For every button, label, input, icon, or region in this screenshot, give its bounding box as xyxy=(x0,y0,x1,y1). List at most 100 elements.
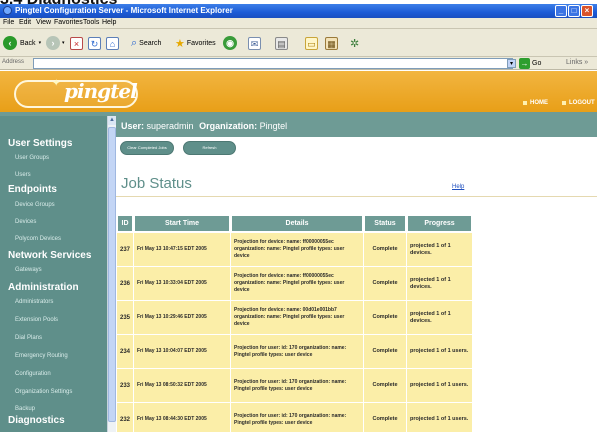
chevron-down-icon[interactable]: ▾ xyxy=(507,59,516,68)
job-progress: projected 1 of 1 devices. xyxy=(407,301,472,334)
menu-favorites[interactable]: Favorites xyxy=(54,19,83,26)
org-label: Organization: xyxy=(199,121,258,131)
sidebar-item-device-groups[interactable]: Device Groups xyxy=(15,202,55,208)
messenger-button[interactable]: ✲ xyxy=(350,35,359,51)
sidebar-item-user-groups[interactable]: User Groups xyxy=(15,155,49,161)
nav-home[interactable]: HOME xyxy=(523,100,548,106)
job-progress: projected 1 of 1 users. xyxy=(407,335,472,368)
sidebar-item-administrators[interactable]: Administrators xyxy=(15,299,53,305)
menu-edit[interactable]: Edit xyxy=(19,19,31,26)
help-link[interactable]: Help xyxy=(452,184,464,190)
job-id: 237 xyxy=(117,233,133,266)
job-details: Projection for user: id: 170 organizatio… xyxy=(231,403,363,432)
table-row: 232 Fri May 13 08:44:30 EDT 2005 Project… xyxy=(117,403,472,432)
print-button[interactable]: ▤ xyxy=(275,35,288,51)
nav-home-label: HOME xyxy=(530,100,548,106)
favorites-button[interactable]: ★ Favorites xyxy=(175,35,216,51)
sidebar-item-devices[interactable]: Devices xyxy=(15,219,36,225)
back-button[interactable]: ‹ Back ▾ xyxy=(3,35,41,51)
job-progress: projected 1 of 1 devices. xyxy=(407,233,472,266)
forward-arrow-icon: › xyxy=(46,36,60,50)
job-id: 232 xyxy=(117,403,133,432)
sidebar-scrollbar[interactable]: ▲ xyxy=(107,116,116,432)
job-details: Projection for device: name: 00d01e001bb… xyxy=(231,301,363,334)
refresh-browser-button[interactable]: ↻ xyxy=(88,35,101,51)
job-details: Projection for device: name: ff00000055e… xyxy=(231,233,363,266)
mail-button[interactable]: ✉ xyxy=(248,35,261,51)
print-icon: ▤ xyxy=(275,36,288,50)
scroll-up-icon[interactable]: ▲ xyxy=(108,116,116,125)
address-input[interactable] xyxy=(33,58,513,69)
refresh-icon: ↻ xyxy=(88,36,101,50)
sidebar-item-gateways[interactable]: Gateways xyxy=(15,267,42,273)
job-progress: projected 1 of 1 devices. xyxy=(407,267,472,300)
address-bar: Address ▾ → Go Links » xyxy=(0,57,597,70)
address-label: Address xyxy=(2,59,25,65)
forward-button[interactable]: › ▾ xyxy=(46,35,65,51)
job-start-time: Fri May 13 10:29:46 EDT 2005 xyxy=(134,301,230,334)
search-icon: ⌕ xyxy=(131,36,138,49)
sidebar-item-configuration[interactable]: Configuration xyxy=(15,371,51,377)
home-icon: ⌂ xyxy=(106,36,119,50)
job-details: Projection for user: id: 170 organizatio… xyxy=(231,369,363,402)
job-status: Complete xyxy=(364,301,406,334)
col-header-id: ID xyxy=(117,215,133,232)
nav-logout[interactable]: LOGOUT xyxy=(562,100,595,106)
menu-bar: File Edit View Favorites Tools Help xyxy=(0,18,597,29)
col-header-status: Status xyxy=(364,215,406,232)
discuss-icon: ▦ xyxy=(325,36,338,50)
divider xyxy=(116,196,597,197)
sidebar-item-polycom-devices[interactable]: Polycom Devices xyxy=(15,236,61,242)
sidebar: User Settings User Groups Users Endpoint… xyxy=(0,116,107,432)
job-id: 235 xyxy=(117,301,133,334)
home-browser-button[interactable]: ⌂ xyxy=(106,35,119,51)
chevron-down-icon: ▾ xyxy=(38,40,42,46)
job-start-time: Fri May 13 10:33:04 EDT 2005 xyxy=(134,267,230,300)
job-start-time: Fri May 13 10:04:07 EDT 2005 xyxy=(134,335,230,368)
search-label: Search xyxy=(139,39,162,47)
browser-toolbar: ‹ Back ▾ › ▾ × ↻ ⌂ ⌕ Search ★ Favorites … xyxy=(0,29,597,57)
table-row: 233 Fri May 13 08:50:32 EDT 2005 Project… xyxy=(117,369,472,402)
job-status: Complete xyxy=(364,403,406,432)
media-button[interactable]: ◉ xyxy=(223,35,237,51)
job-progress: projected 1 of 1 users. xyxy=(407,403,472,432)
sidebar-item-extension-pools[interactable]: Extension Pools xyxy=(15,317,58,323)
search-button[interactable]: ⌕ Search xyxy=(131,35,161,51)
user-name: superadmin xyxy=(146,121,194,131)
maximize-button[interactable]: □ xyxy=(568,5,580,17)
menu-tools[interactable]: Tools xyxy=(83,19,99,26)
col-header-progress: Progress xyxy=(407,215,472,232)
clear-completed-jobs-button[interactable]: Clear Completed Jobs xyxy=(120,141,174,155)
sidebar-section-user-settings: User Settings xyxy=(8,138,73,149)
job-status: Complete xyxy=(364,233,406,266)
links-button[interactable]: Links » xyxy=(566,59,588,66)
minimize-button[interactable]: _ xyxy=(555,5,567,17)
table-row: 234 Fri May 13 10:04:07 EDT 2005 Project… xyxy=(117,335,472,368)
user-label: User: xyxy=(121,121,145,131)
menu-view[interactable]: View xyxy=(36,19,51,26)
stop-button[interactable]: × xyxy=(70,35,83,51)
job-status-table: ID Start Time Details Status Progress 23… xyxy=(116,214,473,432)
edit-button[interactable]: ▭ xyxy=(305,35,318,51)
menu-help[interactable]: Help xyxy=(102,19,116,26)
job-start-time: Fri May 13 08:44:30 EDT 2005 xyxy=(134,403,230,432)
menu-file[interactable]: File xyxy=(3,19,14,26)
close-button[interactable]: × xyxy=(581,5,593,17)
go-button[interactable]: → Go xyxy=(519,58,541,69)
table-header-row: ID Start Time Details Status Progress xyxy=(117,215,472,232)
col-header-start-time: Start Time xyxy=(134,215,230,232)
user-info: User: superadmin Organization: Pingtel xyxy=(121,121,287,131)
sidebar-item-dial-plans[interactable]: Dial Plans xyxy=(15,335,42,341)
job-details: Projection for user: id: 170 organizatio… xyxy=(231,335,363,368)
refresh-button[interactable]: Refresh xyxy=(183,141,236,155)
back-arrow-icon: ‹ xyxy=(3,36,17,50)
sidebar-item-backup[interactable]: Backup xyxy=(15,406,35,412)
sidebar-item-users[interactable]: Users xyxy=(15,172,31,178)
sidebar-item-organization-settings[interactable]: Organization Settings xyxy=(15,389,72,395)
job-id: 236 xyxy=(117,267,133,300)
page-title: Job Status xyxy=(121,175,192,192)
discuss-button[interactable]: ▦ xyxy=(325,35,338,51)
scrollbar-thumb[interactable] xyxy=(108,127,116,422)
table-row: 236 Fri May 13 10:33:04 EDT 2005 Project… xyxy=(117,267,472,300)
sidebar-item-emergency-routing[interactable]: Emergency Routing xyxy=(15,353,68,359)
